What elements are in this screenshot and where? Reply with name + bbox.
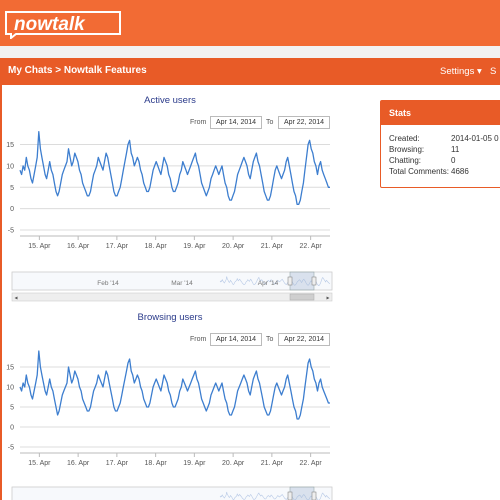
y-tick-label: 0 — [10, 425, 14, 432]
x-tick-label: 20. Apr — [222, 243, 245, 250]
y-tick-label: 5 — [10, 405, 14, 412]
range-from-label: From — [190, 336, 207, 343]
x-tick-label: 21. Apr — [261, 460, 284, 467]
navigator-handle-left — [287, 276, 293, 286]
stat-created-label: Created: — [389, 134, 420, 143]
navigator-label: Apr '14 — [258, 280, 279, 287]
x-tick-label: 18. Apr — [145, 243, 168, 250]
x-tick-label: 16. Apr — [67, 460, 90, 467]
stats-panel: Stats Created: 2014-01-05 0 Browsing: 11… — [380, 100, 500, 188]
logo-text: nowtalk — [14, 14, 86, 35]
x-tick-label: 17. Apr — [106, 460, 129, 467]
x-tick-label: 22. Apr — [300, 243, 323, 250]
x-tick-label: 16. Apr — [67, 243, 90, 250]
navigator-panel — [11, 486, 333, 500]
breadcrumb[interactable]: My Chats > Nowtalk Features — [8, 65, 147, 76]
navigator-handle-right — [311, 491, 317, 500]
navigator-scrollbar-track — [11, 292, 333, 302]
settings-label: Settings — [440, 66, 475, 77]
stat-browsing-label: Browsing: — [389, 145, 425, 154]
chart-title-browsing-users: Browsing users — [137, 312, 203, 323]
x-tick-label: 19. Apr — [183, 460, 206, 467]
header-gap — [0, 46, 500, 58]
navigator-handle-right — [311, 276, 317, 286]
range-to-label: To — [266, 336, 274, 343]
x-tick-label: 15. Apr — [28, 460, 51, 467]
browsing-users-chart[interactable]: -5 0 5 10 15 15. Apr 16. Apr 17. Apr 18. Apr 19. … — [0, 345, 345, 500]
range-to-label: To — [266, 119, 274, 126]
stat-created-value: 2014-01-05 0 — [451, 134, 499, 143]
top-bar: nowtalk — [0, 0, 500, 46]
y-tick-label: -5 — [8, 228, 14, 235]
navigator-scrollbar-thumb — [289, 293, 315, 301]
nowtalk-logo[interactable]: nowtalk — [2, 5, 122, 39]
y-tick-label: 10 — [6, 163, 14, 170]
stat-browsing-value: 11 — [451, 145, 460, 154]
y-tick-label: 0 — [10, 206, 14, 213]
x-tick-label: 17. Apr — [106, 243, 129, 250]
navigator-label: Feb '14 — [97, 280, 119, 287]
x-tick-label: 20. Apr — [222, 460, 245, 467]
next-menu-item[interactable]: S — [490, 66, 496, 77]
series-line — [19, 131, 330, 206]
y-tick-label: 15 — [6, 142, 14, 149]
navigator-label: Mar '14 — [171, 280, 193, 287]
x-tick-label: 18. Apr — [145, 460, 168, 467]
y-tick-label: 10 — [6, 385, 14, 392]
navigator-window — [289, 271, 315, 291]
chart-title-active-users: Active users — [144, 95, 196, 106]
x-tick-label: 21. Apr — [261, 243, 284, 250]
x-tick-label: 19. Apr — [183, 243, 206, 250]
series-line — [19, 350, 330, 420]
navigator-handle-left — [287, 491, 293, 500]
stat-comments-label: Total Comments: — [389, 167, 450, 176]
x-tick-label: 15. Apr — [28, 243, 51, 250]
y-tick-label: 15 — [6, 365, 14, 372]
scroll-left-icon: ◂ — [14, 296, 17, 302]
x-tick-label: 22. Apr — [300, 460, 323, 467]
stat-chatting-label: Chatting: — [389, 156, 422, 165]
navigator-window — [289, 486, 315, 500]
stats-title: Stats — [381, 101, 500, 125]
settings-menu[interactable]: Settings ▾ — [440, 66, 482, 77]
range-from-label: From — [190, 119, 207, 126]
nav-bar: My Chats > Nowtalk Features Settings ▾ S — [0, 58, 500, 85]
y-tick-label: 5 — [10, 185, 14, 192]
y-tick-label: -5 — [8, 445, 14, 452]
scroll-right-icon: ▸ — [326, 296, 329, 302]
active-users-chart[interactable]: -5 0 5 10 15 15. Apr 16. Apr 17. Apr 18. Apr 19. … — [0, 128, 345, 303]
stat-chatting-value: 0 — [451, 156, 456, 165]
chevron-down-icon: ▾ — [476, 66, 482, 77]
stat-comments-value: 4686 — [451, 167, 469, 176]
